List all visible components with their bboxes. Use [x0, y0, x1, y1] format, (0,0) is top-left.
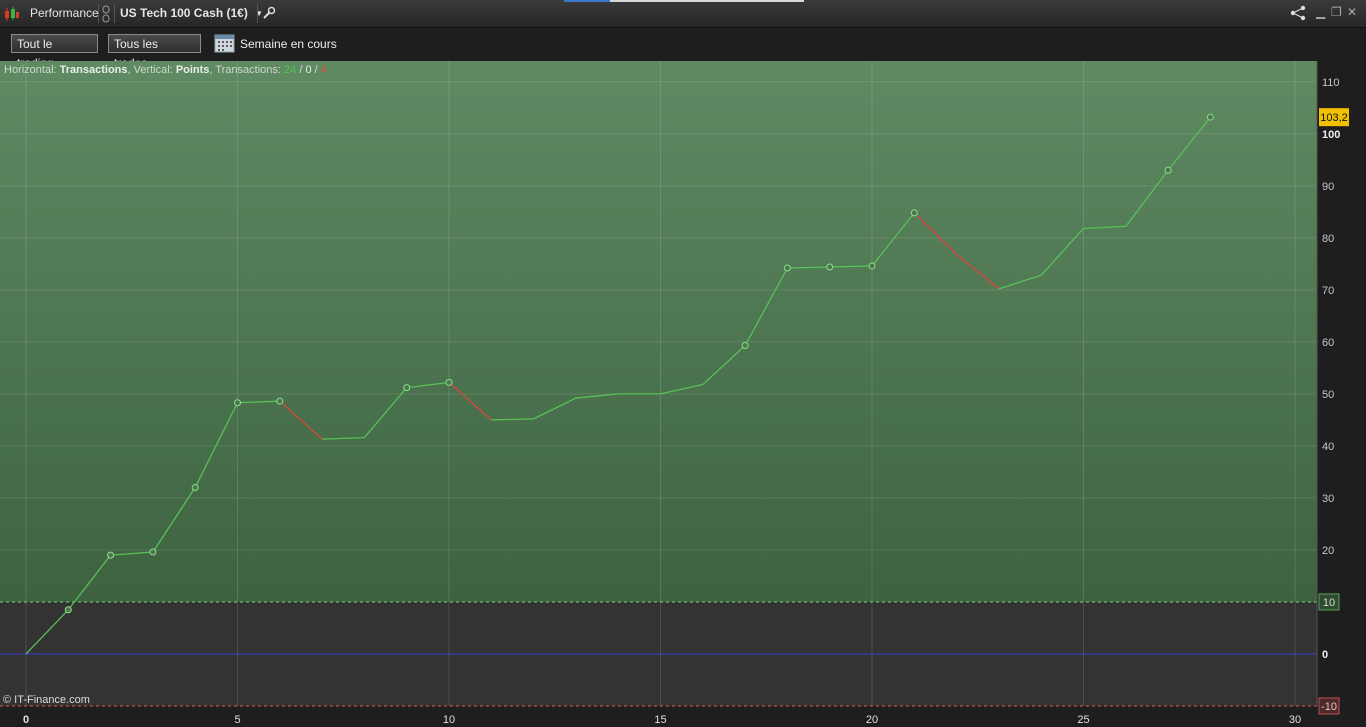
- vertical-label: , Vertical:: [127, 64, 173, 76]
- y-tick-label: 20: [1322, 545, 1334, 557]
- chart-info: Horizontal: Transactions, Vertical: Poin…: [4, 64, 327, 76]
- data-point: [1206, 113, 1214, 121]
- data-point: [445, 378, 453, 386]
- horizontal-label: Horizontal:: [4, 64, 57, 76]
- data-point: [234, 399, 241, 407]
- y-tick-label: 60: [1322, 337, 1334, 349]
- x-tick-label: 15: [654, 714, 666, 726]
- transactions-label: , Transactions:: [209, 64, 281, 76]
- separator: /: [311, 64, 321, 76]
- y-tick-label: 100: [1322, 129, 1340, 141]
- x-tick-label: 5: [234, 714, 240, 726]
- y-tick-label: 40: [1322, 441, 1334, 453]
- data-point: [64, 606, 72, 614]
- losing-count: 4: [320, 64, 327, 76]
- gain-zone: [0, 61, 1317, 602]
- lower-band-label: -10: [1321, 701, 1337, 713]
- performance-chart[interactable]: 0 5 10 15 20 25 30 110 100 90 80 70 60 50 40 30 20 0 10 -10…: [0, 0, 1366, 727]
- copyright: © IT-Finance.com: [3, 694, 90, 706]
- data-point: [910, 209, 918, 217]
- x-tick-label: 10: [443, 714, 455, 726]
- y-tick-label: 0: [1322, 649, 1328, 661]
- data-point: [276, 397, 284, 405]
- data-point: [149, 548, 157, 556]
- y-tick-label: 50: [1322, 389, 1334, 401]
- y-tick-label: 80: [1322, 233, 1334, 245]
- y-tick-label: 30: [1322, 493, 1334, 505]
- y-tick-label: 90: [1322, 181, 1334, 193]
- y-tick-label: 110: [1322, 77, 1340, 89]
- data-point: [1164, 166, 1172, 174]
- data-point: [191, 484, 199, 492]
- data-point: [107, 551, 115, 559]
- x-tick-label: 20: [866, 714, 878, 726]
- last-value-label: 103,2: [1320, 112, 1348, 124]
- y-tick-label: 70: [1322, 285, 1334, 297]
- x-tick-label: 30: [1289, 714, 1301, 726]
- winning-count: 24: [284, 64, 297, 76]
- data-point: [783, 264, 791, 272]
- horizontal-value: Transactions: [59, 64, 128, 76]
- data-point: [741, 342, 749, 350]
- x-tick-label: 0: [23, 714, 29, 726]
- x-tick-label: 25: [1077, 714, 1089, 726]
- upper-band-label: 10: [1323, 597, 1335, 609]
- data-point: [868, 262, 876, 270]
- data-point: [403, 384, 411, 392]
- data-point: [826, 263, 834, 271]
- vertical-value: Points: [175, 64, 210, 76]
